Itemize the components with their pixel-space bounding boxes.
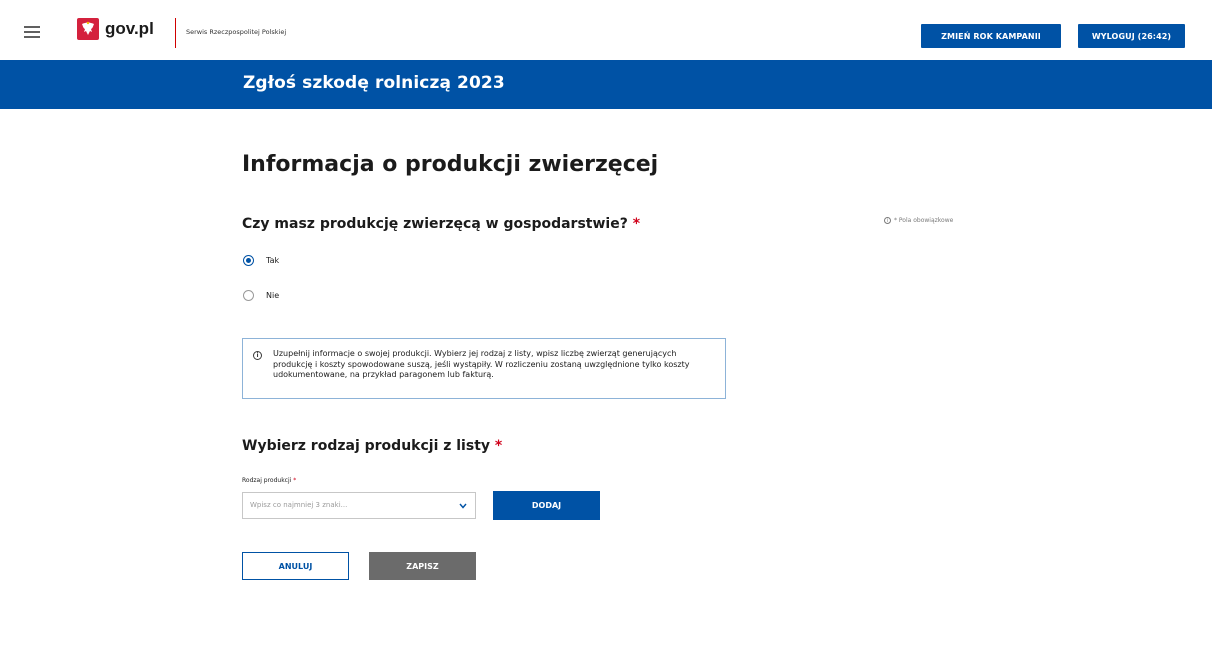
page-title: Informacja o produkcji zwierzęcej [242, 152, 659, 177]
polish-eagle-emblem-icon [77, 18, 99, 40]
radio-option-nie[interactable]: Nie [243, 290, 279, 301]
gov-logo[interactable]: gov.pl [77, 14, 154, 44]
field-label-text: Rodzaj produkcji [242, 477, 292, 484]
required-asterisk: * [632, 216, 641, 232]
banner-title: Zgłoś szkodę rolniczą 2023 [243, 73, 505, 93]
required-note-text: * Pola obowiązkowe [894, 217, 954, 224]
radio-button-tak[interactable] [243, 255, 254, 266]
info-icon: i [253, 351, 262, 360]
production-type-label: Rodzaj produkcji * [242, 477, 296, 484]
save-button[interactable]: ZAPISZ [369, 552, 476, 580]
service-name: Serwis Rzeczpospolitej Polskiej [186, 28, 287, 36]
logout-button[interactable]: WYLOGUJ (26:42) [1078, 24, 1185, 48]
required-asterisk: * [494, 438, 503, 454]
info-alert-text: Uzupełnij informacje o swojej produkcji.… [273, 349, 690, 379]
select-placeholder: Wpisz co najmniej 3 znaki... [250, 501, 348, 509]
info-alert: i Uzupełnij informacje o swojej produkcj… [242, 338, 726, 399]
page-banner: Zgłoś szkodę rolniczą 2023 [0, 60, 1212, 109]
hamburger-icon[interactable] [24, 26, 40, 38]
cancel-button[interactable]: ANULUJ [242, 552, 349, 580]
section-heading: Wybierz rodzaj produkcji z listy * [242, 438, 502, 454]
radio-button-nie[interactable] [243, 290, 254, 301]
required-fields-note: i * Pola obowiązkowe [884, 217, 953, 224]
question-heading: Czy masz produkcję zwierzęcą w gospodars… [242, 216, 640, 232]
question-text: Czy masz produkcję zwierzęcą w gospodars… [242, 216, 628, 232]
radio-option-tak[interactable]: Tak [243, 255, 279, 266]
top-bar: gov.pl Serwis Rzeczpospolitej Polskiej Z… [0, 0, 1212, 61]
radio-label-nie: Nie [266, 291, 280, 300]
production-type-select[interactable]: Wpisz co najmniej 3 znaki... [242, 492, 476, 519]
section-title-text: Wybierz rodzaj produkcji z listy [242, 438, 491, 454]
add-button[interactable]: DODAJ [493, 491, 600, 520]
change-campaign-year-button[interactable]: ZMIEŃ ROK KAMPANII [921, 24, 1061, 48]
radio-label-tak: Tak [266, 256, 280, 265]
chevron-down-icon[interactable] [459, 503, 467, 509]
required-asterisk: * [293, 477, 297, 484]
info-icon: i [884, 217, 891, 224]
brand-name: gov.pl [105, 19, 154, 38]
header-divider [175, 18, 176, 48]
